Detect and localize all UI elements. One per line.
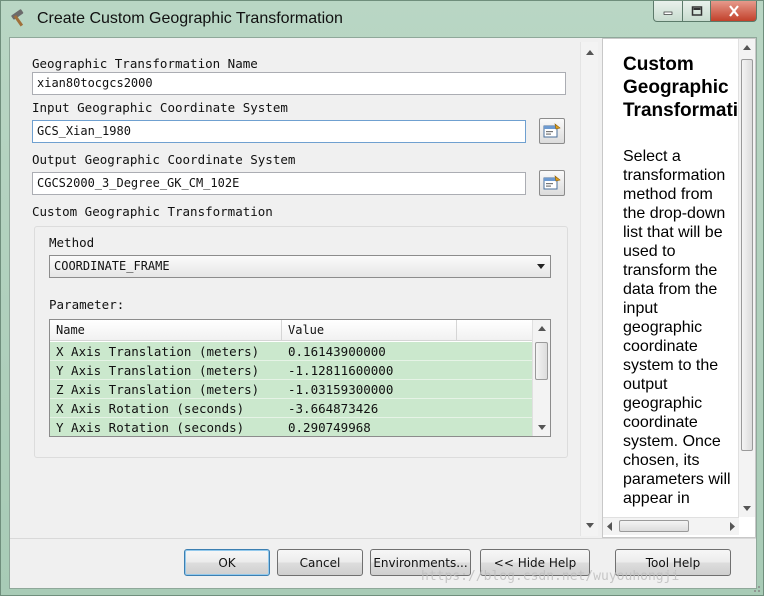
param-name-cell: X Axis Translation (meters) [56,344,260,359]
title-bar[interactable]: Create Custom Geographic Transformation [1,1,763,37]
help-title: Custom Geographic Transformation [623,54,756,121]
output-gcs-label: Output Geographic Coordinate System [32,152,296,167]
maximize-icon [691,6,702,16]
hammer-icon [11,9,24,27]
help-horizontal-scrollbar[interactable] [603,517,739,535]
transformation-name-label: Geographic Transformation Name [32,56,258,71]
method-value: COORDINATE_FRAME [54,259,170,273]
dialog-client-area: Geographic Transformation Name xian80toc… [9,37,757,589]
scroll-up-icon[interactable] [537,326,546,331]
dialog-window: Create Custom Geographic Transformation … [0,0,764,596]
custom-transformation-label: Custom Geographic Transformation [32,204,273,219]
scroll-thumb[interactable] [619,520,689,532]
watermark: https://blog.csdn.net/wuyouhongji [421,569,680,584]
scroll-down-icon[interactable] [537,425,546,430]
scroll-left-icon[interactable] [607,522,613,531]
properties-icon [543,123,561,138]
close-icon [728,5,739,17]
table-row[interactable]: X Axis Translation (meters) 0.1614390000… [50,342,532,361]
resize-grip-icon[interactable] [749,581,761,593]
help-text: Select a transformation method from the … [623,148,731,507]
grid-vertical-scrollbar[interactable] [532,320,550,436]
input-gcs-input[interactable]: GCS_Xian_1980 [32,120,526,143]
param-value-cell[interactable]: -1.12811600000 [282,361,399,380]
column-header-value[interactable]: Value [282,320,457,341]
maximize-button[interactable] [683,1,711,22]
param-name-cell: Z Axis Translation (meters) [56,382,260,397]
output-gcs-input[interactable]: CGCS2000_3_Degree_GK_CM_102E [32,172,526,195]
minimize-icon [663,11,673,15]
param-name-cell: Y Axis Rotation (seconds) [56,420,245,435]
custom-transformation-group: Method COORDINATE_FRAME Parameter: Name … [34,226,568,458]
properties-icon [543,175,561,190]
parameters-pane: Geographic Transformation Name xian80toc… [14,42,600,536]
help-vertical-scrollbar[interactable] [738,39,755,517]
param-name-cell: X Axis Rotation (seconds) [56,401,245,416]
param-value-cell[interactable]: 0.290749968 [282,418,377,436]
form-vertical-scrollbar[interactable] [580,42,598,536]
input-gcs-browse-button[interactable] [539,118,565,144]
param-value-cell[interactable]: -1.03159300000 [282,380,399,399]
scroll-down-icon[interactable] [585,523,594,528]
parameter-label: Parameter: [49,297,125,312]
table-row[interactable]: Y Axis Rotation (seconds) 0.290749968 [50,418,532,436]
input-gcs-label: Input Geographic Coordinate System [32,100,288,115]
scroll-thumb[interactable] [741,59,753,451]
param-value-cell[interactable]: 0.16143900000 [282,342,392,361]
output-gcs-browse-button[interactable] [539,170,565,196]
minimize-button[interactable] [653,1,683,22]
method-dropdown[interactable]: COORDINATE_FRAME [49,255,551,278]
scroll-down-icon[interactable] [743,506,751,511]
ok-button[interactable]: OK [184,549,270,576]
table-row[interactable]: X Axis Rotation (seconds) -3.664873426 [50,399,532,418]
transformation-name-input[interactable]: xian80tocgcs2000 [32,72,566,95]
param-name-cell: Y Axis Translation (meters) [56,363,260,378]
method-label: Method [49,235,95,250]
close-button[interactable] [711,1,757,22]
scroll-thumb[interactable] [535,342,548,380]
window-title: Create Custom Geographic Transformation [37,10,343,27]
scroll-right-icon[interactable] [729,522,735,531]
param-value-cell[interactable]: -3.664873426 [282,399,384,418]
table-row[interactable]: Y Axis Translation (meters) -1.128116000… [50,361,532,380]
parameter-grid: Name Value X Axis Translation (meters) 0… [49,319,551,437]
chevron-down-icon [537,264,545,269]
table-row[interactable]: Z Axis Translation (meters) -1.031593000… [50,380,532,399]
scroll-up-icon[interactable] [743,45,751,50]
grid-header: Name Value [50,320,532,341]
column-header-name[interactable]: Name [50,320,282,341]
cancel-button[interactable]: Cancel [277,549,363,576]
scroll-up-icon[interactable] [585,50,594,55]
help-pane: Custom Geographic Transformation Select … [602,38,756,538]
